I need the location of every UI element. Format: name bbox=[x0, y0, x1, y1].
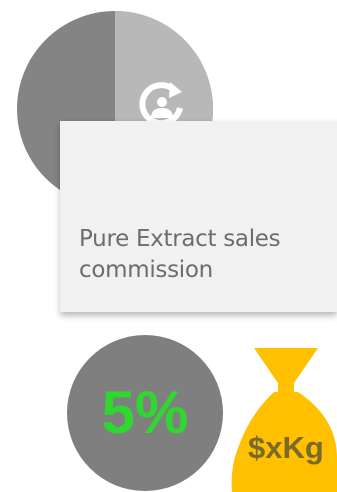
card-title: Pure Extract sales commission bbox=[79, 226, 281, 283]
money-bag-icon bbox=[231, 348, 337, 492]
percent-value: 5% bbox=[101, 379, 189, 446]
infographic: Pure Extract sales commission 5% $xKg bbox=[0, 0, 337, 492]
bag-label: $xKg bbox=[248, 430, 324, 465]
